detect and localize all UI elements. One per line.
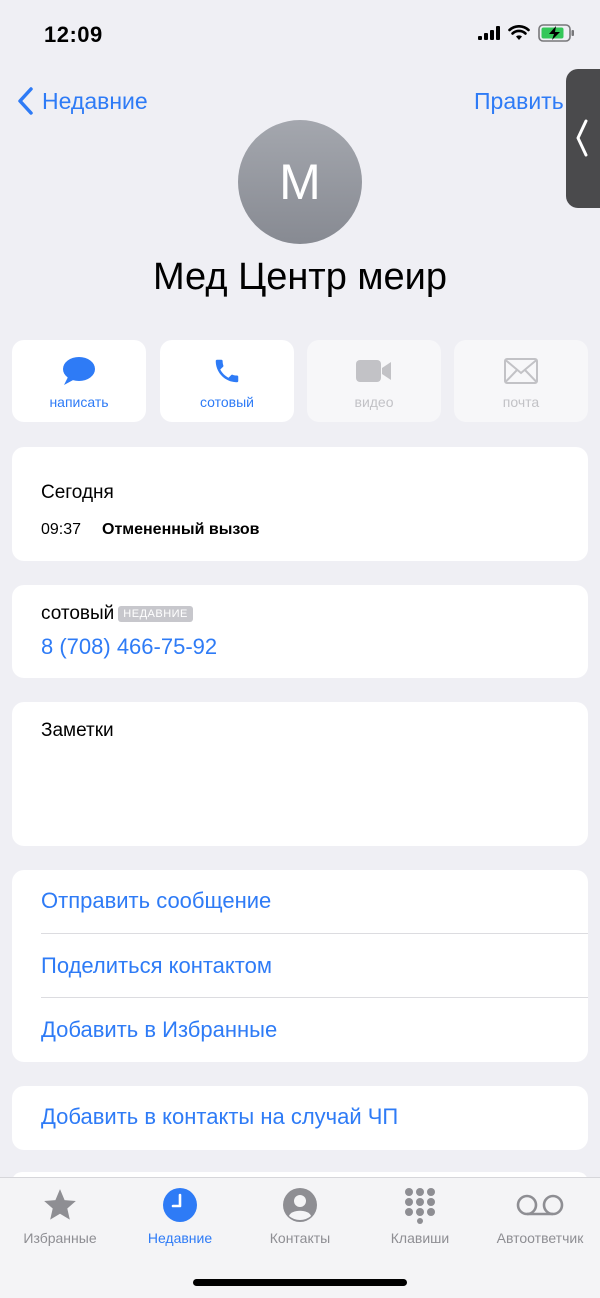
keypad-icon	[405, 1188, 435, 1224]
recent-calls-card: Сегодня 09:37 Отмененный вызов	[12, 447, 588, 561]
tab-recents[interactable]: Недавние	[120, 1186, 240, 1246]
phone-number[interactable]: 8 (708) 466-75-92	[41, 634, 217, 660]
tab-favorites[interactable]: Избранные	[0, 1186, 120, 1246]
contact-name: Мед Центр меир	[152, 256, 448, 298]
mail-button[interactable]: почта	[454, 340, 588, 422]
tab-favorites-label: Избранные	[23, 1230, 97, 1246]
share-contact-link[interactable]: Поделиться контактом	[41, 953, 272, 979]
video-button[interactable]: видео	[307, 340, 441, 422]
add-favorites-link[interactable]: Добавить в Избранные	[41, 1017, 277, 1043]
avatar[interactable]: М	[238, 120, 362, 244]
wifi-icon	[508, 25, 530, 40]
back-label: Недавние	[42, 87, 148, 114]
tab-contacts-label: Контакты	[269, 1230, 331, 1246]
person-icon	[283, 1188, 317, 1222]
tab-recents-label: Недавние	[147, 1230, 213, 1246]
notes-card[interactable]: Заметки	[12, 702, 588, 846]
clock-icon	[163, 1188, 197, 1222]
mail-icon	[504, 358, 538, 384]
divider	[41, 933, 588, 934]
mail-button-label: почта	[502, 394, 540, 410]
actions-list-card: Отправить сообщение Поделиться контактом…	[12, 870, 588, 1062]
send-message-link[interactable]: Отправить сообщение	[41, 888, 271, 914]
status-time: 12:09	[44, 22, 103, 47]
recent-badge: НЕДАВНИЕ	[118, 605, 193, 622]
star-icon	[44, 1189, 76, 1220]
back-button[interactable]: Недавние	[16, 86, 148, 116]
emergency-card: Добавить в контакты на случай ЧП	[12, 1086, 588, 1150]
chevron-left-icon	[18, 87, 33, 115]
video-icon	[356, 360, 391, 382]
call-button[interactable]: сотовый	[160, 340, 294, 422]
notes-label: Заметки	[41, 720, 114, 741]
emergency-contact-link[interactable]: Добавить в контакты на случай ЧП	[41, 1104, 398, 1130]
recent-day: Сегодня	[41, 482, 114, 503]
tab-voicemail-label: Автоответчик	[496, 1230, 584, 1246]
voicemail-icon	[516, 1194, 564, 1216]
message-button-label: написать	[49, 394, 109, 410]
recent-time: 09:37	[41, 521, 82, 538]
recent-call-type: Отмененный вызов	[102, 521, 260, 538]
call-button-label: сотовый	[200, 394, 254, 410]
video-button-label: видео	[354, 394, 394, 410]
tab-contacts[interactable]: Контакты	[240, 1186, 360, 1246]
tab-keypad[interactable]: Клавиши	[360, 1186, 480, 1246]
phone-card[interactable]: сотовый НЕДАВНИЕ 8 (708) 466-75-92	[12, 585, 588, 678]
status-icons	[478, 24, 576, 42]
phone-label-row: сотовый НЕДАВНИЕ	[41, 603, 193, 625]
signal-icon	[478, 26, 500, 40]
tab-voicemail[interactable]: Автоответчик	[480, 1186, 600, 1246]
battery-charging-icon	[538, 24, 574, 42]
side-panel-handle[interactable]	[566, 69, 600, 208]
message-icon	[63, 357, 95, 385]
divider	[41, 997, 588, 998]
home-indicator[interactable]	[193, 1279, 407, 1286]
edit-button[interactable]: Править	[474, 88, 564, 115]
phone-label: сотовый	[41, 603, 115, 624]
message-button[interactable]: написать	[12, 340, 146, 422]
tab-keypad-label: Клавиши	[390, 1230, 450, 1246]
chevron-left-icon	[576, 119, 588, 157]
phone-icon	[215, 359, 239, 383]
